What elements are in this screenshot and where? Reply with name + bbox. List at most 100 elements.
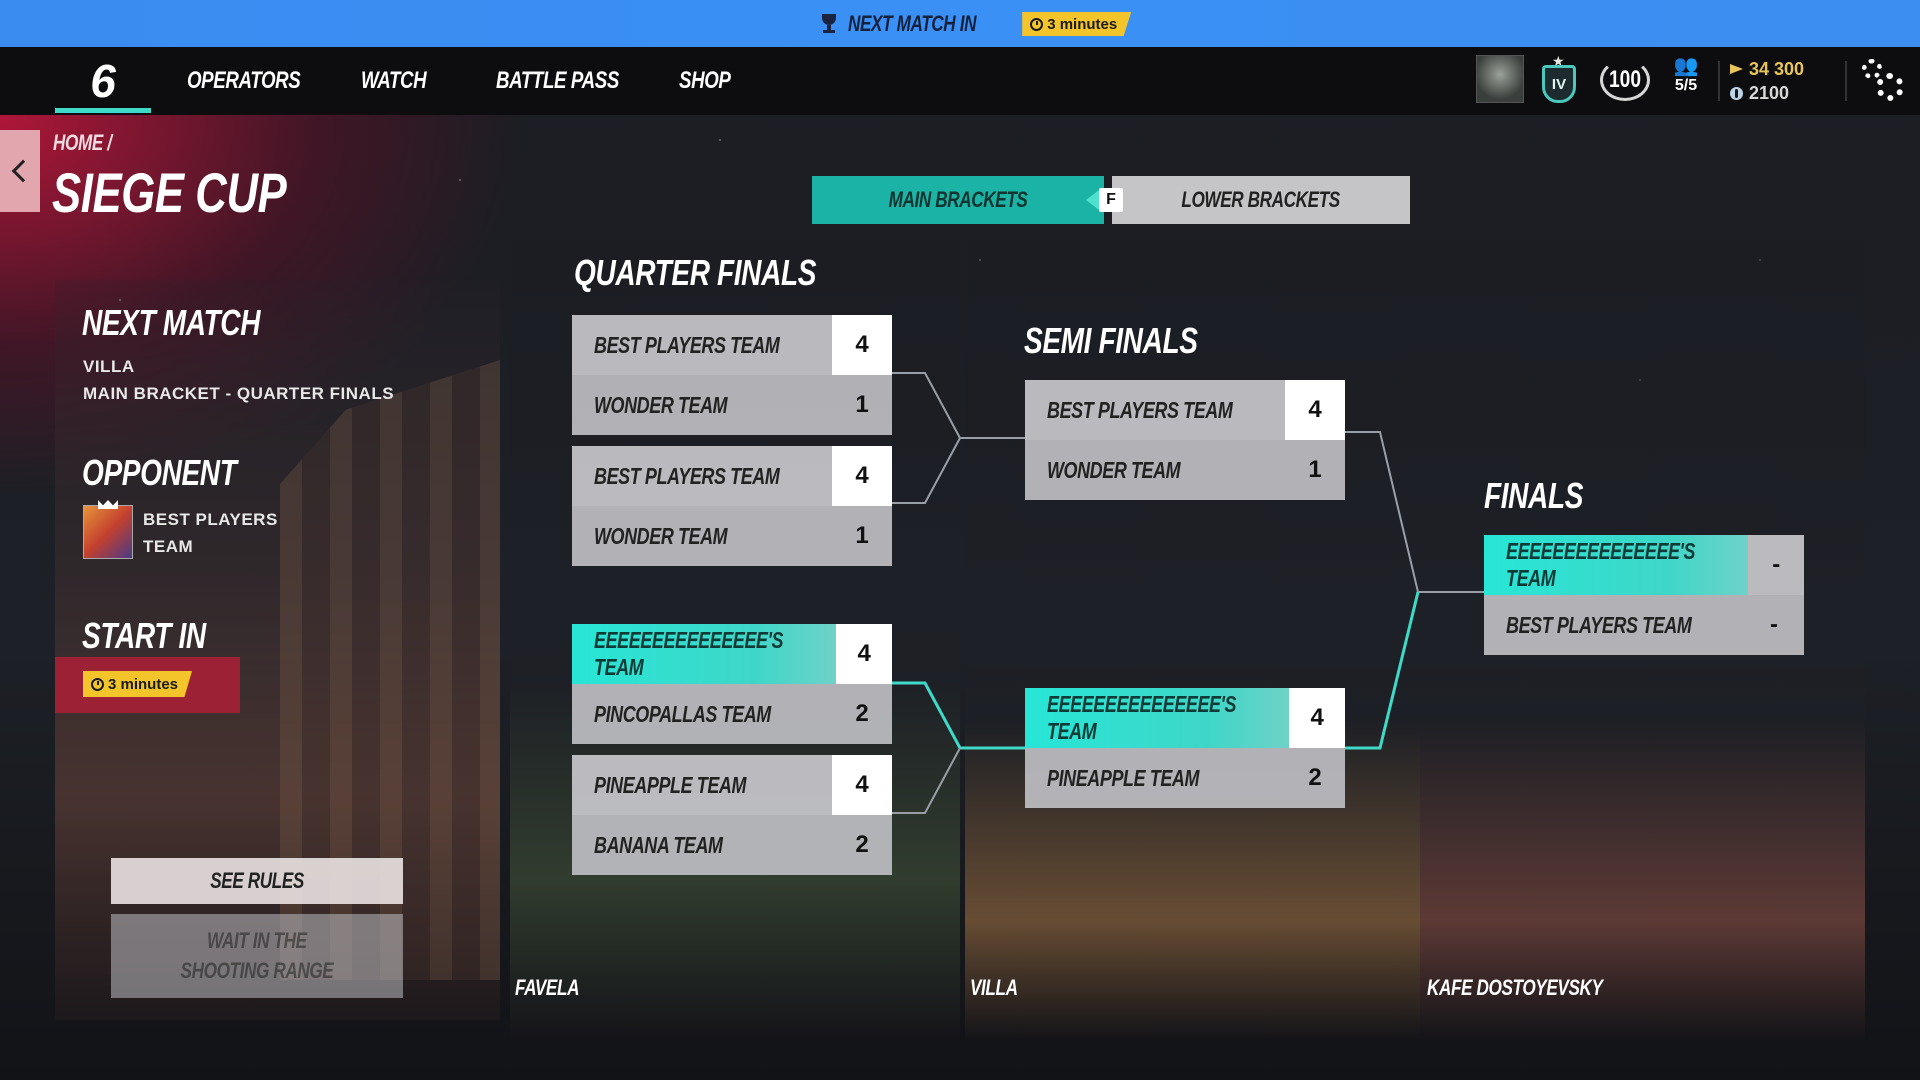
team-name-cell: BEST PLAYERS TEAM bbox=[572, 446, 832, 506]
team-name: PINEAPPLE TEAM bbox=[594, 771, 747, 798]
breadcrumb[interactable]: HOME / bbox=[53, 130, 112, 156]
quarter-match-card[interactable]: BEST PLAYERS TEAM 4 WONDER TEAM 1 bbox=[572, 446, 892, 566]
opponent-heading: OPPONENT bbox=[82, 452, 237, 493]
team-name-cell: PINEAPPLE TEAM bbox=[1025, 748, 1285, 808]
rank-shield-icon: IV bbox=[1542, 65, 1576, 103]
team-row[interactable]: WONDER TEAM 1 bbox=[1025, 440, 1345, 500]
start-timer: 3 minutes bbox=[83, 671, 193, 697]
team-name: BEST PLAYERS TEAM bbox=[1506, 611, 1692, 638]
chevron-left-icon bbox=[11, 159, 35, 183]
team-name-cell: WONDER TEAM bbox=[572, 375, 832, 435]
siege-logo-icon: 6 bbox=[90, 55, 116, 107]
map-label-favela: FAVELA bbox=[515, 975, 580, 1000]
team-row[interactable]: PINEAPPLE TEAM 4 bbox=[572, 755, 892, 815]
team-name-cell: BEST PLAYERS TEAM bbox=[1025, 380, 1285, 440]
team-name: PINCOPALLAS TEAM bbox=[594, 700, 771, 727]
clock-icon bbox=[1030, 17, 1044, 31]
tab-lower-brackets[interactable]: LOWER BRACKETS bbox=[1112, 176, 1410, 224]
home-logo[interactable]: 6 bbox=[55, 47, 151, 115]
nav-operators[interactable]: OPERATORS bbox=[187, 67, 301, 95]
team-name-cell: EEEEEEEEEEEEEEE'S TEAM bbox=[1484, 535, 1749, 595]
gear-icon bbox=[1876, 73, 1904, 101]
squad-count: 5/5 bbox=[1674, 77, 1698, 94]
team-row[interactable]: BEST PLAYERS TEAM - bbox=[1484, 595, 1804, 655]
button-label: SHOOTING RANGE bbox=[180, 958, 334, 983]
team-score: 4 bbox=[1285, 380, 1345, 440]
opponent-name-line1: BEST PLAYERS bbox=[143, 510, 278, 529]
quarter-match-card[interactable]: BEST PLAYERS TEAM 4 WONDER TEAM 1 bbox=[572, 315, 892, 435]
team-row[interactable]: PINEAPPLE TEAM 2 bbox=[1025, 748, 1345, 808]
team-name: WONDER TEAM bbox=[1047, 456, 1181, 483]
team-name-cell: PINEAPPLE TEAM bbox=[572, 755, 832, 815]
tab-main-brackets[interactable]: MAIN BRACKETS bbox=[812, 176, 1104, 224]
team-name: EEEEEEEEEEEEEEE'S TEAM bbox=[594, 627, 784, 680]
team-row[interactable]: BEST PLAYERS TEAM 4 bbox=[572, 446, 892, 506]
shooting-range-button[interactable]: WAIT IN THE SHOOTING RANGE bbox=[111, 914, 403, 998]
team-score: - bbox=[1744, 595, 1804, 655]
back-button[interactable] bbox=[0, 130, 40, 212]
renown-amount: 34 300 bbox=[1749, 58, 1805, 79]
team-name: BEST PLAYERS TEAM bbox=[594, 331, 780, 358]
semi-match-card[interactable]: BEST PLAYERS TEAM 4 WONDER TEAM 1 bbox=[1025, 380, 1345, 500]
settings-button[interactable] bbox=[1860, 57, 1906, 103]
opponent-name-line2: TEAM bbox=[143, 537, 194, 556]
team-score: 4 bbox=[836, 624, 892, 684]
team-score: 2 bbox=[1285, 748, 1345, 808]
trophy-icon bbox=[820, 14, 838, 34]
quarter-match-card[interactable]: EEEEEEEEEEEEEEE'S TEAM 4 PINCOPALLAS TEAM 2 bbox=[572, 624, 892, 744]
player-avatar[interactable] bbox=[1476, 55, 1524, 103]
team-name-cell: BANANA TEAM bbox=[572, 815, 832, 875]
team-row[interactable]: WONDER TEAM 1 bbox=[572, 506, 892, 566]
team-name-cell: BEST PLAYERS TEAM bbox=[1484, 595, 1744, 655]
next-match-heading: NEXT MATCH bbox=[82, 302, 261, 343]
team-name: BEST PLAYERS TEAM bbox=[1047, 396, 1233, 423]
banner-text: NEXT MATCH IN bbox=[848, 11, 977, 36]
team-name-cell: WONDER TEAM bbox=[572, 506, 832, 566]
semi-match-card[interactable]: EEEEEEEEEEEEEEE'S TEAM 4 PINEAPPLE TEAM 2 bbox=[1025, 688, 1345, 808]
final-match-card[interactable]: EEEEEEEEEEEEEEE'S TEAM - BEST PLAYERS TEAM… bbox=[1484, 535, 1804, 655]
divider bbox=[1718, 61, 1720, 101]
map-label-kafe: KAFE DOSTOYEVSKY bbox=[1427, 975, 1603, 1000]
team-row[interactable]: EEEEEEEEEEEEEEE'S TEAM 4 bbox=[572, 624, 892, 684]
see-rules-button[interactable]: SEE RULES bbox=[111, 858, 403, 904]
player-level: 100 bbox=[1608, 66, 1642, 93]
tab-label: MAIN BRACKETS bbox=[888, 187, 1028, 212]
team-row[interactable]: BEST PLAYERS TEAM 4 bbox=[1025, 380, 1345, 440]
button-label: SEE RULES bbox=[210, 868, 304, 893]
banner-timer: 3 minutes bbox=[1022, 12, 1132, 36]
nav-battle-pass[interactable]: BATTLE PASS bbox=[496, 67, 619, 95]
level-badge[interactable]: 100 bbox=[1596, 57, 1654, 103]
team-score: 1 bbox=[832, 375, 892, 435]
gear-icon bbox=[1862, 59, 1882, 79]
quarter-finals-title: QUARTER FINALS bbox=[574, 252, 817, 293]
team-name: PINEAPPLE TEAM bbox=[1047, 764, 1200, 791]
credits-amount: 2100 bbox=[1749, 82, 1790, 103]
renown-icon bbox=[1730, 64, 1743, 74]
nav-shop[interactable]: SHOP bbox=[679, 67, 731, 95]
tab-label: LOWER BRACKETS bbox=[1181, 187, 1341, 212]
team-row[interactable]: BANANA TEAM 2 bbox=[572, 815, 892, 875]
quarter-match-card[interactable]: PINEAPPLE TEAM 4 BANANA TEAM 2 bbox=[572, 755, 892, 875]
key-hint: F bbox=[1099, 188, 1123, 212]
team-score: 4 bbox=[832, 315, 892, 375]
team-name: EEEEEEEEEEEEEEE'S TEAM bbox=[1506, 538, 1696, 591]
team-row[interactable]: EEEEEEEEEEEEEEE'S TEAM 4 bbox=[1025, 688, 1345, 748]
finals-title: FINALS bbox=[1484, 475, 1584, 516]
r6-credits-icon bbox=[1730, 86, 1743, 100]
rank-badge[interactable]: ★ IV bbox=[1536, 53, 1582, 109]
team-name: EEEEEEEEEEEEEEE'S TEAM bbox=[1047, 691, 1237, 744]
nav-watch[interactable]: WATCH bbox=[361, 67, 427, 95]
team-row[interactable]: PINCOPALLAS TEAM 2 bbox=[572, 684, 892, 744]
rank-label: IV bbox=[1551, 75, 1567, 93]
squad-indicator[interactable]: 👥 5/5 bbox=[1668, 55, 1704, 95]
team-row[interactable]: BEST PLAYERS TEAM 4 bbox=[572, 315, 892, 375]
team-row[interactable]: EEEEEEEEEEEEEEE'S TEAM - bbox=[1484, 535, 1804, 595]
team-row[interactable]: WONDER TEAM 1 bbox=[572, 375, 892, 435]
start-in-heading: START IN bbox=[82, 615, 206, 656]
team-name: WONDER TEAM bbox=[594, 391, 728, 418]
team-score: 2 bbox=[832, 684, 892, 744]
divider bbox=[1845, 61, 1847, 101]
banner-timer-text: 3 minutes bbox=[1047, 15, 1118, 33]
team-score: - bbox=[1748, 535, 1804, 595]
page-title: SIEGE CUP bbox=[52, 161, 287, 224]
